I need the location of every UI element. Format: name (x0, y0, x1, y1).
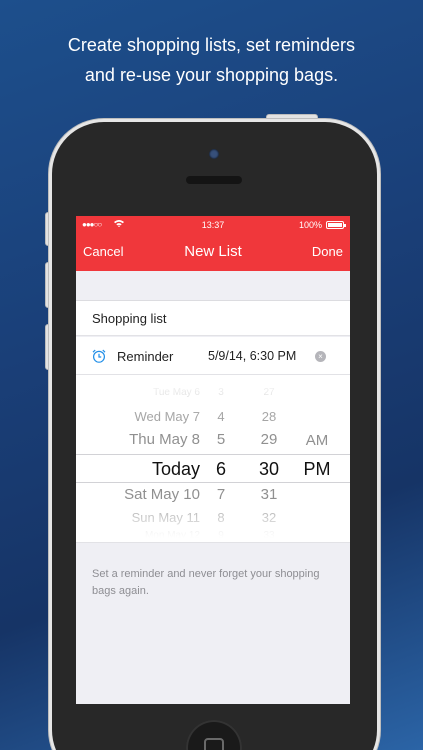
date-time-picker[interactable]: Tue May 6 Wed May 7 Thu May 8 Today Sat … (76, 375, 350, 543)
picker-hour-item: 9 (218, 530, 224, 541)
battery-percent: 100% (298, 220, 322, 230)
picker-hour-item: 7 (216, 486, 226, 503)
home-button (186, 720, 242, 750)
list-name-field[interactable]: Shopping list (76, 300, 350, 336)
picker-hour-item: 8 (217, 510, 225, 525)
speaker-grille (186, 176, 242, 184)
picker-minute-selected: 30 (258, 459, 280, 479)
done-button[interactable]: Done (312, 244, 343, 259)
picker-date-item: Wed May 7 (134, 409, 200, 424)
picker-hour-item: 3 (218, 387, 224, 398)
picker-minute-item: 31 (260, 486, 278, 503)
picker-hour-selected: 6 (215, 459, 226, 479)
picker-ampm-item: AM (305, 432, 329, 449)
clear-icon[interactable]: × (315, 351, 326, 362)
picker-minute-item: 29 (260, 431, 278, 448)
picker-date-column[interactable]: Tue May 6 Wed May 7 Thu May 8 Today Sat … (76, 375, 200, 542)
picker-date-item: Thu May 8 (129, 431, 200, 448)
picker-minute-item: 33 (263, 530, 275, 541)
picker-minute-item: 28 (261, 409, 277, 424)
status-bar: ●●●○○ 13:37 100% (76, 216, 350, 234)
reminder-label: Reminder (117, 349, 174, 364)
reminder-hint: Set a reminder and never forget your sho… (92, 568, 320, 597)
picker-ampm-column[interactable]: AM PM (302, 375, 332, 542)
picker-minute-item: 32 (261, 510, 277, 525)
app-screen: ●●●○○ 13:37 100% Cancel New List Done Sh… (76, 216, 350, 704)
page-title: New List (184, 243, 242, 260)
home-square-icon (204, 738, 224, 750)
promo-line-1: Create shopping lists, set reminders (67, 35, 356, 55)
battery-icon (326, 221, 346, 229)
list-name-value: Shopping list (92, 311, 167, 326)
promo-headline: Create shopping lists, set reminders and… (0, 30, 423, 90)
camera-icon (209, 149, 219, 159)
reminder-row[interactable]: Reminder 5/9/14, 6:30 PM × (76, 337, 350, 375)
picker-hour-item: 5 (216, 431, 226, 448)
picker-date-item: Sat May 10 (124, 486, 200, 503)
picker-minute-item: 27 (263, 387, 275, 398)
reminder-value: 5/9/14, 6:30 PM (208, 349, 297, 363)
picker-date-item: Tue May 6 (153, 387, 200, 398)
picker-date-selected: Today (151, 459, 200, 479)
nav-bar: ●●●○○ 13:37 100% Cancel New List Done (76, 216, 350, 271)
picker-hour-column[interactable]: 3 4 5 6 7 8 9 (206, 375, 236, 542)
picker-minute-column[interactable]: 27 28 29 30 31 32 33 (254, 375, 284, 542)
picker-date-item: Mon May 12 (144, 530, 200, 541)
picker-ampm-selected: PM (303, 459, 331, 479)
promo-line-2: and re-use your shopping bags. (84, 65, 339, 85)
picker-hour-item: 4 (217, 409, 225, 424)
picker-date-item: Sun May 11 (131, 510, 200, 525)
alarm-clock-icon (92, 349, 106, 363)
